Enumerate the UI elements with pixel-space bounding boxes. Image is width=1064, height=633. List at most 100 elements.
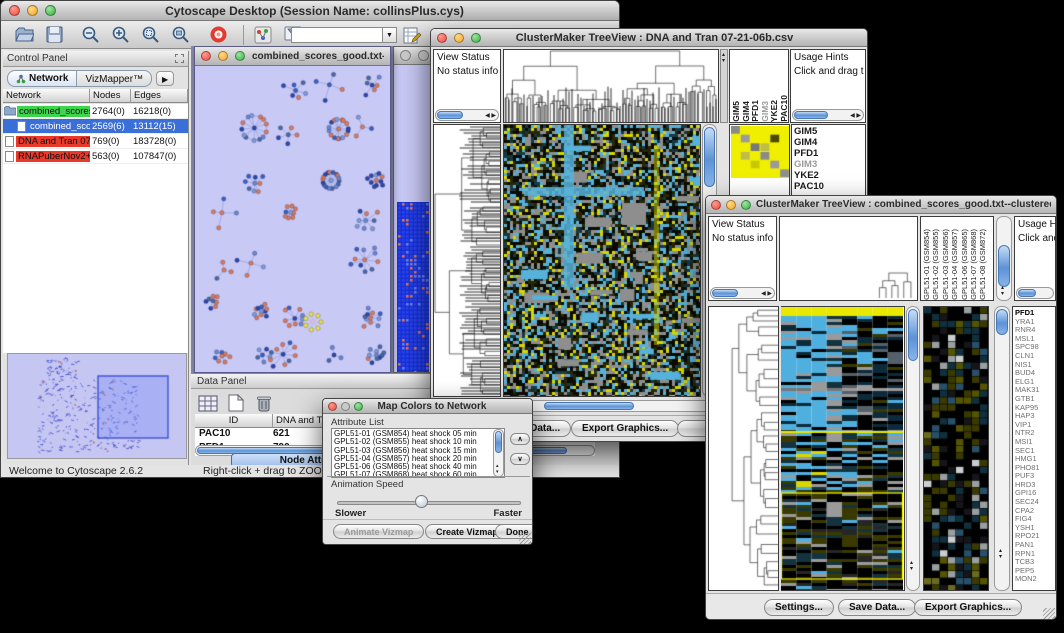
dialog-titlebar[interactable]: Map Colors to Network <box>323 399 532 414</box>
col-nodes[interactable]: Nodes <box>90 89 131 103</box>
new-doc-icon[interactable] <box>225 392 247 414</box>
network-window-1[interactable]: combined_scores_good.txt--cluste... <box>194 46 391 373</box>
resize-grip[interactable] <box>519 533 531 545</box>
network-canvas[interactable] <box>195 66 390 372</box>
column-label[interactable]: GPL51-06 (GSM865) <box>960 229 969 300</box>
close-button[interactable] <box>437 33 447 43</box>
control-panel: Control Panel Network VizMapper™ ▶ Netwo… <box>3 51 189 465</box>
tv2-column-dendrogram[interactable] <box>780 217 917 300</box>
gene-label[interactable]: GIM4 <box>792 137 865 148</box>
help-ring-icon[interactable] <box>207 24 229 46</box>
column-label[interactable]: GPL51-08 (GSM872) <box>978 229 987 300</box>
col-network[interactable]: Network <box>3 89 90 103</box>
gene-label[interactable]: GIM3 <box>792 159 865 170</box>
tab-more-button[interactable]: ▶ <box>156 71 174 86</box>
tv2-zoom-heatmap[interactable] <box>924 307 988 590</box>
save-icon[interactable] <box>43 24 65 46</box>
zoom-button[interactable] <box>45 5 56 16</box>
attribute-list-scrollbar[interactable]: ▴▾ <box>493 429 504 477</box>
search-dropdown-icon[interactable]: ▼ <box>383 27 397 43</box>
tv2-vscrollbar[interactable]: ▴▾ <box>906 306 920 591</box>
zoom-out-icon[interactable] <box>79 24 101 46</box>
zoom-button[interactable] <box>471 33 481 43</box>
file-icon <box>5 136 14 147</box>
column-label[interactable]: GPL51-03 (GSM856) <box>941 229 950 300</box>
tv2-heatmap[interactable] <box>781 307 903 590</box>
id-column[interactable]: ID <box>195 414 273 428</box>
tv2-row-dendrogram[interactable] <box>709 307 778 590</box>
tv1-titlebar[interactable]: ClusterMaker TreeView : DNA and Tran 07-… <box>431 29 867 47</box>
minimize-button[interactable] <box>27 5 38 16</box>
tv2-button-bar: Settings... Save Data... Export Graphics… <box>706 593 1056 620</box>
close-button[interactable] <box>711 200 721 210</box>
attribute-browser-icon[interactable] <box>401 24 423 46</box>
speed-slider-track[interactable] <box>337 501 521 505</box>
float-panel-icon[interactable] <box>175 54 184 63</box>
close-button[interactable] <box>328 402 337 411</box>
zoom-button[interactable] <box>235 51 245 61</box>
attribute-list[interactable]: GPL51-01 (GSM854) heat shock 05 minGPL51… <box>331 428 505 478</box>
minimize-button[interactable] <box>726 200 736 210</box>
tv1-hscrollbar[interactable] <box>503 400 716 412</box>
tv1-similarity-matrix[interactable] <box>731 126 790 178</box>
move-down-button[interactable]: ∨ <box>510 453 530 465</box>
view-status-text: No status info t <box>709 233 776 247</box>
hscrollbar[interactable]: ◀ ▶ <box>792 109 864 121</box>
zoom-fit-icon[interactable] <box>169 24 191 46</box>
vizmapper-icon[interactable] <box>252 24 274 46</box>
tab-network[interactable]: Network <box>7 70 77 87</box>
move-up-button[interactable]: ∧ <box>510 433 530 445</box>
tv2-titlebar[interactable]: ClusterMaker TreeView : combined_scores_… <box>706 196 1056 214</box>
network-row[interactable]: combined_scores 2764(0) 16218(0) <box>3 104 188 119</box>
settings-button[interactable]: Settings... <box>764 599 834 616</box>
close-button[interactable] <box>201 51 211 61</box>
zoom-button[interactable] <box>741 200 751 210</box>
minimize-button[interactable] <box>341 402 350 411</box>
zoom-selected-icon[interactable] <box>139 24 161 46</box>
delete-icon[interactable] <box>253 392 275 414</box>
resize-grip[interactable] <box>1043 608 1055 620</box>
network-row-selected[interactable]: combined_sco 2569(6) 13112(15) <box>3 119 188 134</box>
minimize-button[interactable] <box>218 51 228 61</box>
hscrollbar[interactable] <box>1016 287 1054 299</box>
minimize-button[interactable] <box>454 33 464 43</box>
save-data-button[interactable]: Save Data... <box>838 599 916 616</box>
gene-label[interactable]: YKE2 <box>792 170 865 181</box>
column-label[interactable]: GPL51-02 (GSM855) <box>931 229 940 300</box>
column-label[interactable]: PAC10 <box>780 95 790 122</box>
open-icon[interactable] <box>13 24 35 46</box>
desktop: Cytoscape Desktop (Session Name: collins… <box>0 0 1064 633</box>
table-icon[interactable] <box>197 392 219 414</box>
search-input[interactable] <box>291 27 383 43</box>
gene-label[interactable]: MON2 <box>1013 575 1055 584</box>
col-edges[interactable]: Edges <box>131 89 188 103</box>
column-label[interactable]: GPL51-04 (GSM857) <box>950 229 959 300</box>
tv2-genelist-scrollbar[interactable]: ▴▾ <box>994 306 1010 591</box>
hscrollbar[interactable]: ◀ ▶ <box>435 109 499 121</box>
network-overview[interactable] <box>7 353 187 459</box>
zoom-in-icon[interactable] <box>109 24 131 46</box>
gene-label[interactable]: PAC10 <box>792 181 865 192</box>
main-titlebar[interactable]: Cytoscape Desktop (Session Name: collins… <box>1 1 619 21</box>
tv1-title: ClusterMaker TreeView : DNA and Tran 07-… <box>488 32 821 44</box>
tv1-row-dendrogram[interactable] <box>434 125 500 396</box>
close-button[interactable] <box>9 5 20 16</box>
tab-vizmapper[interactable]: VizMapper™ <box>77 70 152 87</box>
export-graphics-button[interactable]: Export Graphics... <box>571 420 679 437</box>
hscrollbar[interactable]: ◀ ▶ <box>710 287 775 299</box>
tv1-column-dendrogram[interactable] <box>504 50 718 122</box>
network-row[interactable]: RNAPuberNov2+ 563(0) 107847(0) <box>3 149 188 164</box>
network-canvas-dense[interactable] <box>397 202 429 372</box>
column-label[interactable]: GPL51-01 (GSM854) <box>922 229 931 300</box>
gene-label[interactable]: PFD1 <box>792 148 865 159</box>
export-graphics-button[interactable]: Export Graphics... <box>914 599 1022 616</box>
map-colors-dialog: Map Colors to Network Attribute List GPL… <box>322 398 533 545</box>
zoom-button[interactable] <box>354 402 363 411</box>
tv2-collabel-scrollbar[interactable]: ▴▾ <box>996 216 1012 301</box>
speed-slider-handle[interactable] <box>415 495 428 508</box>
gene-label[interactable]: GIM5 <box>792 126 865 137</box>
tv1-heatmap[interactable] <box>504 125 700 396</box>
animate-vizmap-button[interactable]: Animate Vizmap <box>333 524 424 539</box>
usage-hints-title: Usage Hints <box>1015 217 1055 233</box>
network-row[interactable]: DNA and Tran 07 769(0) 183728(0) <box>3 134 188 149</box>
